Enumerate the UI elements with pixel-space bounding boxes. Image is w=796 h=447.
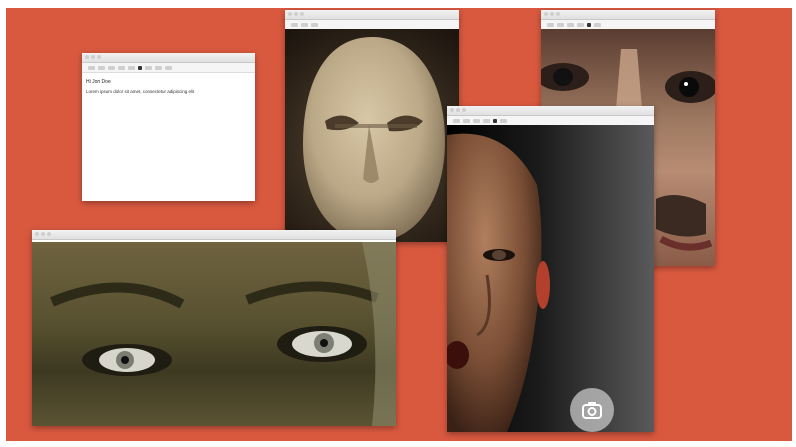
editor-titlebar[interactable]	[82, 53, 255, 63]
toolbar-button[interactable]	[473, 118, 480, 123]
eyes-closeup-image	[32, 242, 396, 426]
toolbar-button[interactable]	[483, 118, 490, 123]
minimize-icon[interactable]	[91, 55, 95, 59]
minimize-icon[interactable]	[456, 108, 460, 112]
close-icon[interactable]	[450, 108, 454, 112]
text-editor-window[interactable]: Hi Jon Doe Lorem ipsum dolor sit amet, c…	[82, 53, 255, 201]
toolbar-button[interactable]	[463, 118, 470, 123]
close-icon[interactable]	[288, 12, 292, 16]
document-heading: Hi Jon Doe	[86, 79, 111, 85]
eyes-closeup-illustration	[50, 242, 396, 426]
window-controls[interactable]	[35, 232, 51, 236]
toolbar-button[interactable]	[500, 118, 507, 123]
toolbar-button[interactable]	[567, 22, 574, 27]
head-titlebar[interactable]	[447, 106, 654, 116]
head-model-image	[447, 125, 654, 432]
toolbar-button[interactable]	[128, 65, 135, 70]
stone-mask-window[interactable]	[285, 10, 459, 242]
stone-titlebar[interactable]	[285, 10, 459, 20]
closeup-titlebar[interactable]	[541, 10, 715, 20]
window-controls[interactable]	[544, 12, 560, 16]
toolbar-button[interactable]	[453, 118, 460, 123]
color-swatch-icon[interactable]	[493, 118, 497, 123]
minimize-icon[interactable]	[550, 12, 554, 16]
toolbar-button[interactable]	[301, 22, 308, 27]
toolbar-button[interactable]	[118, 65, 125, 70]
camera-switch-button[interactable]	[570, 388, 614, 432]
document-text: Lorem ipsum dolor sit amet, consectetur …	[86, 89, 195, 94]
maximize-icon[interactable]	[462, 108, 466, 112]
stone-mask-image	[285, 29, 459, 242]
close-icon[interactable]	[35, 232, 39, 236]
toolbar-button[interactable]	[557, 22, 564, 27]
color-swatch-icon[interactable]	[587, 22, 591, 27]
toolbar-button[interactable]	[98, 65, 105, 70]
editor-document[interactable]: Hi Jon Doe Lorem ipsum dolor sit amet, c…	[82, 74, 255, 201]
maximize-icon[interactable]	[47, 232, 51, 236]
toolbar-button[interactable]	[155, 65, 162, 70]
toolbar-button[interactable]	[594, 22, 601, 27]
toolbar-button[interactable]	[291, 22, 298, 27]
close-icon[interactable]	[85, 55, 89, 59]
toolbar-button[interactable]	[108, 65, 115, 70]
window-controls[interactable]	[450, 108, 466, 112]
maximize-icon[interactable]	[97, 55, 101, 59]
window-controls[interactable]	[85, 55, 101, 59]
minimize-icon[interactable]	[41, 232, 45, 236]
color-swatch-icon[interactable]	[138, 65, 142, 70]
editor-toolbar	[82, 63, 255, 73]
desktop-background: Hi Jon Doe Lorem ipsum dolor sit amet, c…	[6, 8, 792, 441]
head-model-illustration	[447, 133, 550, 432]
toolbar-button[interactable]	[88, 65, 95, 70]
camera-switch-icon	[582, 402, 602, 419]
maximize-icon[interactable]	[556, 12, 560, 16]
toolbar-button[interactable]	[577, 22, 584, 27]
minimize-icon[interactable]	[294, 12, 298, 16]
eyes-closeup-window[interactable]	[32, 230, 396, 426]
head-model-window[interactable]	[447, 106, 654, 432]
toolbar-button[interactable]	[547, 22, 554, 27]
maximize-icon[interactable]	[300, 12, 304, 16]
eyes-titlebar[interactable]	[32, 230, 396, 240]
toolbar-button[interactable]	[165, 65, 172, 70]
close-icon[interactable]	[544, 12, 548, 16]
stone-mask-illustration	[303, 37, 445, 242]
window-controls[interactable]	[288, 12, 304, 16]
toolbar-button[interactable]	[145, 65, 152, 70]
toolbar-button[interactable]	[311, 22, 318, 27]
